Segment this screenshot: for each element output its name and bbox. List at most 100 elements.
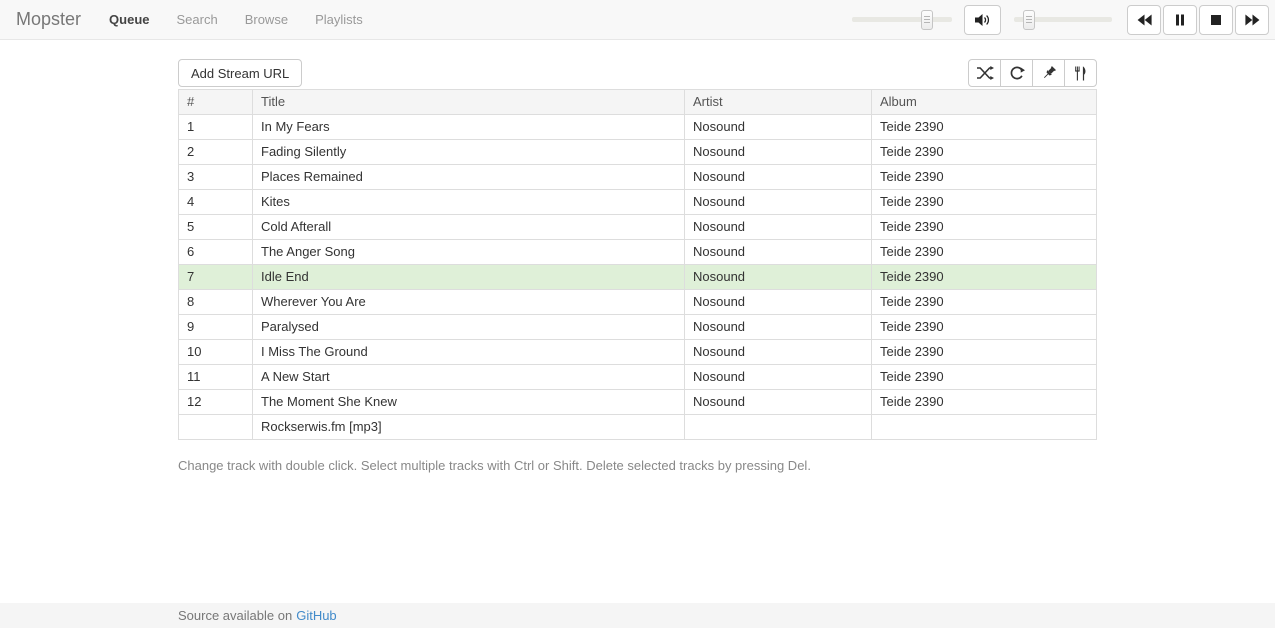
transport-buttons	[1127, 5, 1269, 35]
track-artist[interactable]: Nosound	[685, 390, 872, 415]
track-row[interactable]: 1 In My Fears Nosound Teide 2390	[179, 115, 1097, 140]
add-stream-url-button[interactable]: Add Stream URL	[178, 59, 302, 87]
track-artist[interactable]: Nosound	[685, 365, 872, 390]
track-row[interactable]: Rockserwis.fm [mp3]	[179, 415, 1097, 440]
track-album[interactable]: Teide 2390	[872, 140, 1097, 165]
queue-toolbar: Add Stream URL	[178, 59, 1097, 87]
track-title[interactable]: Places Remained	[253, 165, 685, 190]
queue-table: # Title Artist Album 1 In My Fears Nosou…	[178, 89, 1097, 440]
track-title[interactable]: The Anger Song	[253, 240, 685, 265]
track-number[interactable]: 1	[179, 115, 253, 140]
track-row[interactable]: 2 Fading Silently Nosound Teide 2390	[179, 140, 1097, 165]
volume-slider-handle[interactable]	[1023, 10, 1035, 30]
track-artist[interactable]: Nosound	[685, 190, 872, 215]
shuffle-button[interactable]	[968, 59, 1001, 87]
nav-item-browse[interactable]: Browse	[245, 12, 288, 27]
track-number[interactable]: 8	[179, 290, 253, 315]
track-number[interactable]: 10	[179, 340, 253, 365]
track-row[interactable]: 10 I Miss The Ground Nosound Teide 2390	[179, 340, 1097, 365]
consume-button[interactable]	[1064, 59, 1097, 87]
mute-button[interactable]	[964, 5, 1001, 35]
column-header-title: Title	[253, 90, 685, 115]
volume-slider[interactable]	[1014, 5, 1112, 35]
track-album[interactable]: Teide 2390	[872, 365, 1097, 390]
track-number[interactable]: 9	[179, 315, 253, 340]
track-album[interactable]: Teide 2390	[872, 390, 1097, 415]
track-artist[interactable]: Nosound	[685, 140, 872, 165]
playback-option-buttons	[968, 59, 1097, 87]
track-number[interactable]: 6	[179, 240, 253, 265]
track-number[interactable]: 5	[179, 215, 253, 240]
pause-button[interactable]	[1163, 5, 1197, 35]
track-artist[interactable]: Nosound	[685, 165, 872, 190]
track-album[interactable]: Teide 2390	[872, 240, 1097, 265]
track-title[interactable]: Cold Afterall	[253, 215, 685, 240]
repeat-button[interactable]	[1000, 59, 1033, 87]
track-row[interactable]: 11 A New Start Nosound Teide 2390	[179, 365, 1097, 390]
track-number[interactable]: 11	[179, 365, 253, 390]
playback-controls	[852, 5, 1269, 35]
track-album[interactable]: Teide 2390	[872, 215, 1097, 240]
track-title[interactable]: A New Start	[253, 365, 685, 390]
track-title[interactable]: In My Fears	[253, 115, 685, 140]
track-title[interactable]: The Moment She Knew	[253, 390, 685, 415]
footer-text: Source available on	[178, 608, 292, 623]
track-album[interactable]: Teide 2390	[872, 165, 1097, 190]
track-title[interactable]: Idle End	[253, 265, 685, 290]
nav-item-playlists[interactable]: Playlists	[315, 12, 363, 27]
track-row[interactable]: 9 Paralysed Nosound Teide 2390	[179, 315, 1097, 340]
column-header-album: Album	[872, 90, 1097, 115]
rewind-button[interactable]	[1127, 5, 1161, 35]
nav-item-search[interactable]: Search	[177, 12, 218, 27]
brand-logo[interactable]: Mopster	[16, 9, 81, 30]
track-album[interactable]: Teide 2390	[872, 340, 1097, 365]
page-footer: Source available on GitHub	[0, 603, 1275, 628]
track-number[interactable]	[179, 415, 253, 440]
track-title[interactable]: Kites	[253, 190, 685, 215]
track-album[interactable]: Teide 2390	[872, 115, 1097, 140]
seek-slider[interactable]	[852, 5, 952, 35]
track-row[interactable]: 12 The Moment She Knew Nosound Teide 239…	[179, 390, 1097, 415]
track-number[interactable]: 2	[179, 140, 253, 165]
stop-button[interactable]	[1199, 5, 1233, 35]
main-nav: Queue Search Browse Playlists	[109, 12, 363, 27]
track-number[interactable]: 12	[179, 390, 253, 415]
track-artist[interactable]: Nosound	[685, 240, 872, 265]
track-row[interactable]: 7 Idle End Nosound Teide 2390	[179, 265, 1097, 290]
track-title[interactable]: I Miss The Ground	[253, 340, 685, 365]
stop-icon	[1210, 14, 1222, 26]
track-artist[interactable]: Nosound	[685, 290, 872, 315]
track-title[interactable]: Wherever You Are	[253, 290, 685, 315]
track-artist[interactable]	[685, 415, 872, 440]
track-album[interactable]: Teide 2390	[872, 265, 1097, 290]
track-row[interactable]: 6 The Anger Song Nosound Teide 2390	[179, 240, 1097, 265]
track-row[interactable]: 3 Places Remained Nosound Teide 2390	[179, 165, 1097, 190]
track-album[interactable]	[872, 415, 1097, 440]
track-album[interactable]: Teide 2390	[872, 290, 1097, 315]
fast-forward-button[interactable]	[1235, 5, 1269, 35]
seek-slider-track[interactable]	[852, 17, 952, 22]
pushpin-icon	[1041, 65, 1057, 81]
track-artist[interactable]: Nosound	[685, 215, 872, 240]
track-artist[interactable]: Nosound	[685, 315, 872, 340]
track-title[interactable]: Rockserwis.fm [mp3]	[253, 415, 685, 440]
track-number[interactable]: 4	[179, 190, 253, 215]
track-artist[interactable]: Nosound	[685, 265, 872, 290]
track-title[interactable]: Fading Silently	[253, 140, 685, 165]
track-artist[interactable]: Nosound	[685, 340, 872, 365]
track-row[interactable]: 8 Wherever You Are Nosound Teide 2390	[179, 290, 1097, 315]
track-number[interactable]: 3	[179, 165, 253, 190]
queue-help-text: Change track with double click. Select m…	[178, 458, 1097, 473]
nav-item-queue[interactable]: Queue	[109, 12, 149, 27]
track-row[interactable]: 4 Kites Nosound Teide 2390	[179, 190, 1097, 215]
shuffle-icon	[976, 66, 994, 80]
track-row[interactable]: 5 Cold Afterall Nosound Teide 2390	[179, 215, 1097, 240]
track-artist[interactable]: Nosound	[685, 115, 872, 140]
github-link[interactable]: GitHub	[296, 608, 336, 623]
track-number[interactable]: 7	[179, 265, 253, 290]
track-album[interactable]: Teide 2390	[872, 315, 1097, 340]
track-title[interactable]: Paralysed	[253, 315, 685, 340]
track-album[interactable]: Teide 2390	[872, 190, 1097, 215]
seek-slider-handle[interactable]	[921, 10, 933, 30]
pin-button[interactable]	[1032, 59, 1065, 87]
